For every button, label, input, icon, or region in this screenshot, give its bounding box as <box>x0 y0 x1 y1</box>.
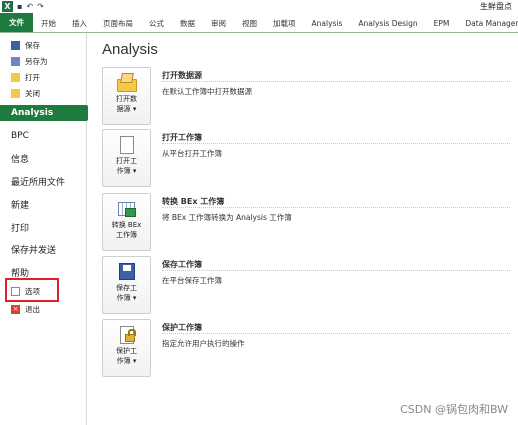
nav-bpc[interactable]: BPC <box>0 129 87 143</box>
tab-epm[interactable]: EPM <box>426 14 458 32</box>
nav-recent[interactable]: 最近所用文件 <box>0 174 87 188</box>
save-as-icon <box>11 56 20 66</box>
divider <box>162 143 510 144</box>
divider <box>162 333 510 334</box>
action-description: 从平台打开工作簿 <box>162 149 222 158</box>
tab-analysis-design[interactable]: Analysis Design <box>350 14 425 32</box>
nav-save-as[interactable]: 另存为 <box>0 54 87 68</box>
save-icon[interactable]: ▪ <box>17 2 22 11</box>
convert-bex-icon <box>116 199 138 219</box>
button-label: 保存工 作簿 ▾ <box>116 284 137 302</box>
nav-exit[interactable]: × 退出 <box>0 302 87 316</box>
nav-save-as-label: 另存为 <box>25 56 48 66</box>
button-label: 打开数 据源 ▾ <box>116 95 137 113</box>
tab-file[interactable]: 文件 <box>0 13 33 32</box>
backstage-nav: 保存 另存为 打开 关闭 Analysis BPC 信息 最近所用文件 新建 打… <box>0 33 93 425</box>
window-title: 生鲜盘点 <box>480 2 512 11</box>
open-data-source-button[interactable]: 打开数 据源 ▾ <box>102 67 151 125</box>
action-description: 在默认工作簿中打开数据源 <box>162 87 252 96</box>
nav-help[interactable]: 帮助 <box>0 265 87 279</box>
excel-logo-icon[interactable]: X <box>2 1 13 12</box>
tab-page-layout[interactable]: 页面布局 <box>95 14 141 32</box>
action-description: 指定允许用户执行的操作 <box>162 339 245 348</box>
tab-formulas[interactable]: 公式 <box>141 14 172 32</box>
close-folder-icon <box>11 88 20 98</box>
nav-save-label: 保存 <box>25 40 40 50</box>
divider <box>162 81 510 82</box>
undo-icon[interactable]: ↶ <box>26 2 33 11</box>
tab-home[interactable]: 开始 <box>33 14 64 32</box>
tab-addins[interactable]: 加载项 <box>265 14 304 32</box>
nav-open[interactable]: 打开 <box>0 70 87 84</box>
button-label: 转换 BEx 工作簿 <box>111 221 142 239</box>
watermark: CSDN @锅包肉和BW <box>400 403 508 416</box>
action-description: 将 BEx 工作簿转换为 Analysis 工作簿 <box>162 213 292 222</box>
button-label: 保护工 作簿 ▾ <box>116 347 137 365</box>
action-title: 保护工作簿 <box>162 323 202 332</box>
page-title: Analysis <box>102 41 158 58</box>
open-workbook-button[interactable]: 打开工 作簿 ▾ <box>102 129 151 187</box>
nav-print[interactable]: 打印 <box>0 220 87 234</box>
tab-view[interactable]: 视图 <box>234 14 265 32</box>
divider <box>162 207 510 208</box>
action-title: 打开工作簿 <box>162 133 202 142</box>
action-protect-workbook: 保护工 作簿 ▾ 保护工作簿 指定允许用户执行的操作 <box>102 319 510 379</box>
nav-open-label: 打开 <box>25 72 40 82</box>
save-icon <box>11 40 20 50</box>
backstage-main: Analysis 打开数 据源 ▾ 打开数据源 在默认工作簿中打开数据源 打开工作… <box>88 33 518 425</box>
action-description: 在平台保存工作簿 <box>162 276 222 285</box>
title-bar: X ▪ ↶ ↷ 生鲜盘点 <box>0 0 518 14</box>
protect-workbook-icon <box>116 325 138 345</box>
nav-analysis[interactable]: Analysis <box>0 105 93 121</box>
nav-info[interactable]: 信息 <box>0 151 87 165</box>
convert-bex-button[interactable]: 转换 BEx 工作簿 <box>102 193 151 251</box>
protect-workbook-button[interactable]: 保护工 作簿 ▾ <box>102 319 151 377</box>
open-data-source-icon <box>116 73 138 93</box>
open-folder-icon <box>11 72 20 82</box>
ribbon-tabs: 文件 开始 插入 页面布局 公式 数据 审阅 视图 加载项 Analysis A… <box>0 13 518 33</box>
nav-close[interactable]: 关闭 <box>0 86 87 100</box>
action-convert-bex: 转换 BEx 工作簿 转换 BEx 工作簿 将 BEx 工作簿转换为 Analys… <box>102 193 510 253</box>
nav-save[interactable]: 保存 <box>0 38 87 52</box>
tab-review[interactable]: 审阅 <box>203 14 234 32</box>
quick-access-toolbar: X ▪ ↶ ↷ <box>2 1 44 12</box>
action-title: 转换 BEx 工作簿 <box>162 197 225 206</box>
nav-new[interactable]: 新建 <box>0 197 87 211</box>
tab-data[interactable]: 数据 <box>172 14 203 32</box>
divider <box>162 270 510 271</box>
action-open-workbook: 打开工 作簿 ▾ 打开工作簿 从平台打开工作簿 <box>102 129 510 189</box>
nav-close-label: 关闭 <box>25 88 40 98</box>
action-save-workbook: 保存工 作簿 ▾ 保存工作簿 在平台保存工作簿 <box>102 256 510 316</box>
save-workbook-icon <box>116 262 138 282</box>
tab-analysis[interactable]: Analysis <box>304 14 351 32</box>
tab-data-manager[interactable]: Data Manager <box>457 14 518 32</box>
action-open-data-source: 打开数 据源 ▾ 打开数据源 在默认工作簿中打开数据源 <box>102 67 510 127</box>
nav-exit-label: 退出 <box>25 304 40 314</box>
nav-save-send[interactable]: 保存并发送 <box>0 242 87 256</box>
options-highlight-box <box>5 278 59 302</box>
save-workbook-button[interactable]: 保存工 作簿 ▾ <box>102 256 151 314</box>
action-title: 保存工作簿 <box>162 260 202 269</box>
redo-icon[interactable]: ↷ <box>37 2 44 11</box>
button-label: 打开工 作簿 ▾ <box>116 157 137 175</box>
tab-insert[interactable]: 插入 <box>64 14 95 32</box>
action-title: 打开数据源 <box>162 71 202 80</box>
open-workbook-icon <box>116 135 138 155</box>
exit-icon: × <box>11 304 20 314</box>
